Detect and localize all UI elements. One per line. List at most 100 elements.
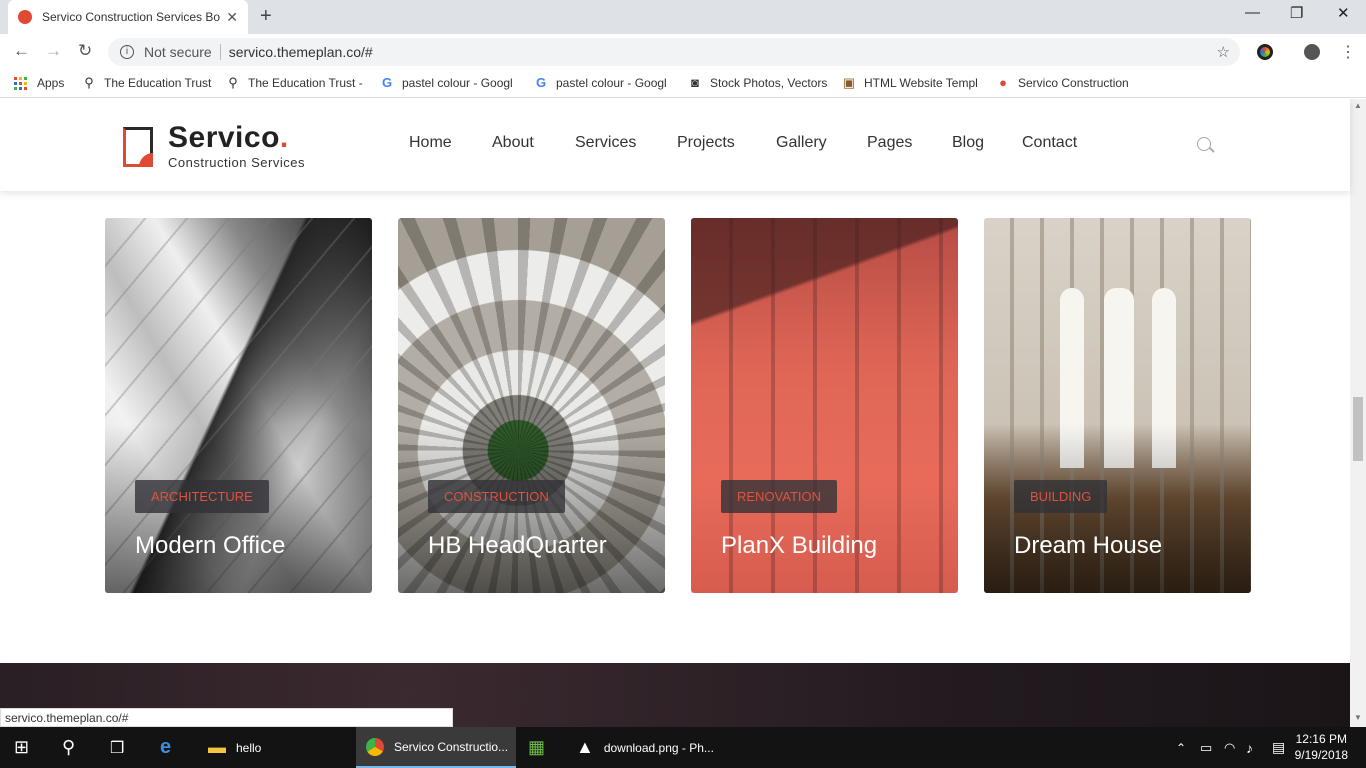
extension-icon[interactable]	[1257, 44, 1273, 60]
taskbar-label: download.png - Ph...	[603, 740, 714, 755]
nav-home[interactable]: Home	[409, 134, 452, 152]
taskbar-label: hello	[236, 740, 262, 755]
nav-contact[interactable]: Contact	[1022, 134, 1077, 152]
bookmarks-bar: Apps ⚲ The Education Trust ⚲ The Educati…	[0, 70, 1366, 98]
bookmark-star-icon[interactable]: ☆	[1217, 43, 1230, 61]
google-icon: G	[381, 75, 393, 90]
nav-pages[interactable]: Pages	[867, 134, 912, 152]
taskbar-label: Servico Constructio...	[394, 739, 509, 754]
clock-date: 9/19/2018	[1294, 748, 1348, 762]
bookmark-pastel-colour[interactable]: G pastel colour - Googl	[380, 75, 513, 91]
reload-button[interactable]: ↻	[78, 41, 92, 61]
google-icon: G	[535, 75, 547, 90]
browser-toolbar: ← → ↻ i Not secure servico.themeplan.co/…	[0, 34, 1366, 70]
notifications-icon[interactable]: ▤	[1272, 727, 1285, 768]
edge-icon[interactable]: e	[160, 727, 171, 768]
bookmark-label: HTML Website Templ	[864, 76, 978, 90]
nav-gallery[interactable]: Gallery	[776, 134, 827, 152]
nav-services[interactable]: Services	[575, 134, 636, 152]
project-card-modern-office[interactable]: ARCHITECTURE Modern Office	[105, 218, 372, 593]
vertical-scrollbar[interactable]: ▲ ▼	[1350, 99, 1366, 727]
new-tab-button[interactable]: +	[260, 5, 272, 28]
status-bar-url: servico.themeplan.co/#	[0, 708, 453, 727]
folder-icon: ▬	[208, 737, 226, 757]
bookmark-label: The Education Trust -	[248, 76, 363, 90]
spreadsheet-icon: ▦	[528, 737, 546, 757]
logo-mark-icon[interactable]	[123, 127, 153, 167]
back-button[interactable]: ←	[13, 41, 30, 61]
nav-projects[interactable]: Projects	[677, 134, 735, 152]
project-category-tag[interactable]: ARCHITECTURE	[135, 480, 269, 513]
battery-icon[interactable]: ▭	[1200, 727, 1212, 768]
bookmark-pastel-colour-2[interactable]: G pastel colour - Googl	[534, 75, 667, 91]
taskbar-item-chrome[interactable]: Servico Constructio...	[356, 727, 516, 768]
nav-about[interactable]: About	[492, 134, 534, 152]
close-window-button[interactable]: ✕	[1337, 4, 1350, 22]
taskbar-item-photos[interactable]: ▲ download.png - Ph...	[570, 727, 730, 768]
volume-icon[interactable]: ♪	[1246, 727, 1253, 768]
url-text[interactable]: servico.themeplan.co/#	[229, 44, 373, 60]
system-clock[interactable]: 12:16 PM 9/19/2018	[1295, 731, 1348, 763]
logo-subtitle: Construction Services	[168, 155, 305, 170]
camera-icon: ◙	[691, 75, 699, 90]
taskbar: ⊞ ⚲ ❒ e ▬ hello Servico Constructio... ▦…	[0, 727, 1366, 768]
minimize-button[interactable]: —	[1245, 4, 1260, 21]
search-icon[interactable]	[1197, 137, 1211, 151]
project-category-tag[interactable]: RENOVATION	[721, 480, 838, 513]
project-card-planx-building[interactable]: RENOVATION PlanX Building	[691, 218, 958, 593]
bookmark-label: pastel colour - Googl	[556, 76, 667, 90]
tab-close-icon[interactable]: ✕	[226, 9, 238, 26]
apps-grid-icon	[14, 76, 27, 90]
project-title[interactable]: PlanX Building	[721, 532, 877, 560]
template-icon: ▣	[842, 75, 856, 90]
scroll-down-icon[interactable]: ▼	[1354, 713, 1362, 722]
chrome-icon	[366, 737, 384, 756]
servico-favicon: ●	[999, 75, 1007, 90]
taskbar-item-spreadsheet[interactable]: ▦	[528, 727, 558, 768]
browser-tab[interactable]: Servico Construction Services Bo ✕	[8, 0, 248, 34]
profile-avatar-icon[interactable]	[1304, 44, 1320, 60]
restore-button[interactable]: ❐	[1290, 4, 1303, 22]
bookmark-label: Apps	[37, 76, 65, 90]
project-card-dream-house[interactable]: BUILDING Dream House	[984, 218, 1251, 593]
bookmark-html-templates[interactable]: ▣ HTML Website Templ	[842, 75, 978, 91]
tree-icon: ⚲	[84, 75, 94, 90]
forward-button[interactable]: →	[45, 41, 62, 61]
bookmark-label: Servico Construction	[1018, 76, 1129, 90]
wifi-icon[interactable]: ◠	[1224, 727, 1235, 768]
project-card-hb-headquarter[interactable]: CONSTRUCTION HB HeadQuarter	[398, 218, 665, 593]
project-title[interactable]: Dream House	[1014, 532, 1162, 560]
page-viewport: Servico. Construction Services Home Abou…	[0, 99, 1366, 727]
tree-icon: ⚲	[228, 75, 238, 90]
taskbar-item-hello[interactable]: ▬ hello	[200, 727, 350, 768]
clock-time: 12:16 PM	[1295, 732, 1347, 746]
project-category-tag[interactable]: BUILDING	[1014, 480, 1108, 513]
scrollbar-thumb[interactable]	[1353, 397, 1363, 461]
project-title[interactable]: HB HeadQuarter	[428, 532, 607, 560]
security-label: Not secure	[144, 44, 212, 60]
bookmark-stock-photos[interactable]: ◙ Stock Photos, Vectors	[688, 75, 828, 91]
task-view-icon[interactable]: ❒	[110, 727, 124, 768]
menu-kebab-icon[interactable]: ⋮	[1340, 42, 1356, 62]
search-icon[interactable]: ⚲	[62, 727, 75, 768]
windows-start-icon[interactable]: ⊞	[14, 727, 29, 768]
bookmark-servico[interactable]: ● Servico Construction	[996, 75, 1129, 91]
nav-blog[interactable]: Blog	[952, 134, 984, 152]
tab-title: Servico Construction Services Bo	[42, 10, 221, 24]
bookmark-apps[interactable]: Apps	[14, 76, 64, 90]
bookmark-label: pastel colour - Googl	[402, 76, 513, 90]
address-bar[interactable]: i Not secure servico.themeplan.co/# ☆	[108, 38, 1240, 66]
scroll-up-icon[interactable]: ▲	[1354, 101, 1362, 110]
project-title[interactable]: Modern Office	[135, 532, 285, 560]
logo-name[interactable]: Servico.	[168, 121, 289, 155]
bookmark-education-trust[interactable]: ⚲ The Education Trust	[82, 75, 212, 91]
chevron-up-icon[interactable]: ⌃	[1176, 727, 1186, 768]
bookmark-education-trust-2[interactable]: ⚲ The Education Trust -	[226, 75, 363, 91]
bookmark-label: The Education Trust	[104, 76, 212, 90]
photos-icon: ▲	[576, 737, 594, 757]
browser-tab-strip: Servico Construction Services Bo ✕ + — ❐…	[0, 0, 1366, 34]
omnibox-divider	[219, 44, 221, 60]
project-category-tag[interactable]: CONSTRUCTION	[428, 480, 565, 513]
site-info-icon[interactable]: i	[120, 45, 134, 59]
bookmark-label: Stock Photos, Vectors	[710, 76, 828, 90]
